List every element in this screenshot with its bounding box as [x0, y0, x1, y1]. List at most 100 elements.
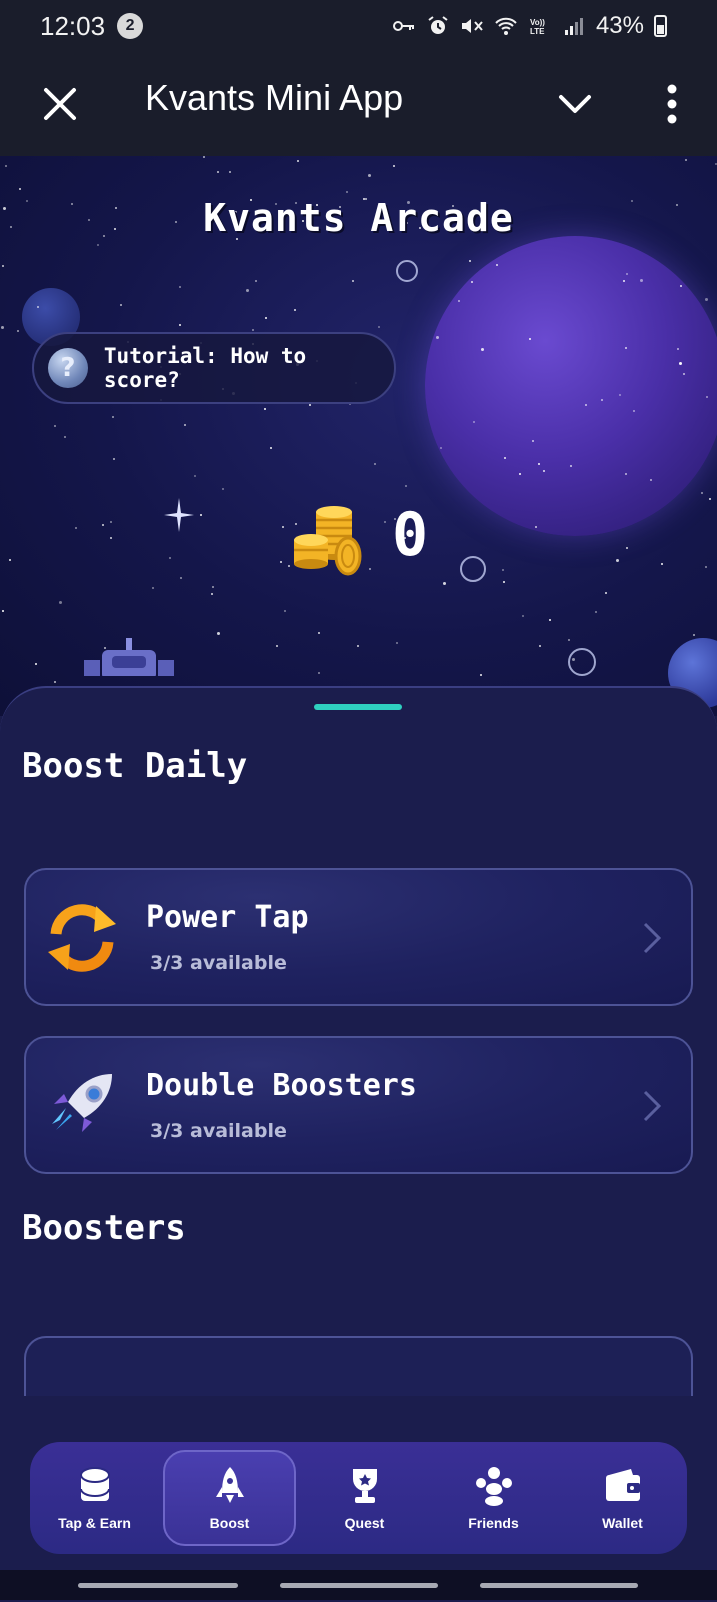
star-decoration: [626, 547, 628, 549]
recent-apps-handle[interactable]: [78, 1583, 238, 1588]
star-decoration: [102, 524, 104, 526]
star-decoration: [443, 582, 446, 585]
nav-label: Tap & Earn: [58, 1515, 131, 1531]
star-decoration: [276, 645, 278, 647]
star-decoration: [374, 463, 376, 465]
star-decoration: [378, 326, 380, 328]
rocket-icon: [52, 1074, 112, 1132]
nav-boost[interactable]: Boost: [163, 1450, 296, 1546]
star-decoration: [110, 537, 112, 539]
star-decoration: [522, 615, 524, 617]
star-decoration: [346, 191, 348, 193]
mute-icon: [461, 19, 483, 33]
star-decoration: [683, 373, 685, 375]
star-decoration: [318, 672, 320, 674]
star-decoration: [280, 561, 282, 563]
star-decoration: [270, 447, 272, 449]
star-decoration: [297, 160, 299, 162]
double-boosters-card[interactable]: Double Boosters 3/3 available: [24, 1036, 693, 1174]
star-decoration: [650, 479, 652, 481]
close-icon[interactable]: [38, 82, 82, 126]
nav-label: Friends: [468, 1515, 519, 1531]
svg-text:Vo)): Vo)): [530, 18, 545, 27]
star-decoration: [709, 498, 711, 500]
home-handle[interactable]: [280, 1583, 438, 1588]
star-decoration: [529, 338, 531, 340]
star-decoration: [59, 601, 62, 604]
star-decoration: [504, 457, 506, 459]
tutorial-button[interactable]: ? Tutorial: How to score?: [32, 332, 396, 404]
nav-friends[interactable]: Friends: [429, 1442, 558, 1554]
star-decoration: [97, 244, 99, 246]
rocket-icon: [215, 1467, 244, 1503]
star-decoration: [679, 362, 682, 365]
star-decoration: [184, 424, 186, 426]
refresh-arrows-icon: [48, 904, 116, 972]
star-decoration: [680, 285, 682, 287]
star-decoration: [309, 404, 311, 406]
star-decoration: [211, 593, 213, 595]
star-decoration: [480, 674, 482, 676]
star-decoration: [572, 658, 575, 661]
booster-card[interactable]: [24, 1336, 693, 1396]
power-tap-card[interactable]: Power Tap 3/3 available: [24, 868, 693, 1006]
star-decoration: [1, 326, 4, 329]
star-decoration: [252, 329, 254, 331]
star-decoration: [54, 425, 56, 427]
chevron-right-icon: [643, 922, 662, 954]
sheet-drag-handle[interactable]: [314, 704, 402, 710]
star-decoration: [37, 306, 39, 308]
star-decoration: [539, 645, 541, 647]
wallet-icon: [605, 1469, 640, 1501]
star-decoration: [705, 298, 708, 301]
star-decoration: [169, 557, 171, 559]
star-decoration: [113, 458, 115, 460]
nav-wallet[interactable]: Wallet: [558, 1442, 687, 1554]
star-decoration: [217, 632, 220, 635]
star-decoration: [585, 404, 587, 406]
star-decoration: [706, 396, 708, 398]
star-decoration: [616, 559, 619, 562]
arcade-hero[interactable]: Kvants Arcade ? Tutorial: How to score? …: [0, 156, 717, 716]
star-decoration: [203, 156, 205, 158]
star-decoration: [473, 421, 475, 423]
star-decoration: [519, 473, 521, 475]
star-decoration: [357, 645, 359, 647]
star-decoration: [677, 348, 679, 350]
star-decoration: [538, 463, 540, 465]
ring-decoration: [460, 556, 486, 582]
nav-label: Wallet: [602, 1515, 643, 1531]
ring-decoration: [396, 260, 418, 282]
star-decoration: [284, 610, 286, 612]
card-title: Power Tap: [146, 900, 309, 935]
card-title: Double Boosters: [146, 1068, 417, 1103]
star-decoration: [633, 410, 635, 412]
score-value: 0: [392, 500, 429, 570]
back-handle[interactable]: [480, 1583, 638, 1588]
more-vertical-icon[interactable]: [652, 80, 692, 128]
star-decoration: [265, 317, 267, 319]
star-decoration: [640, 279, 643, 282]
alarm-icon: [428, 16, 448, 34]
bottom-nav: Tap & Earn Boost Quest Friends Wallet: [30, 1442, 687, 1554]
star-decoration: [222, 488, 224, 490]
star-decoration: [19, 188, 21, 190]
star-decoration: [595, 611, 597, 613]
chevron-down-icon[interactable]: [555, 84, 595, 124]
star-decoration: [9, 559, 11, 561]
star-decoration: [17, 330, 19, 332]
star-decoration: [701, 492, 703, 494]
star-decoration: [623, 280, 625, 282]
star-decoration: [396, 642, 398, 644]
star-decoration: [440, 447, 442, 449]
nav-tap-earn[interactable]: Tap & Earn: [30, 1442, 159, 1554]
card-availability: 3/3 available: [150, 952, 287, 974]
robot-icon: [84, 638, 174, 676]
key-icon: [392, 21, 414, 31]
star-decoration: [282, 526, 284, 528]
star-decoration: [625, 473, 627, 475]
ring-decoration: [568, 648, 596, 676]
nav-quest[interactable]: Quest: [300, 1442, 429, 1554]
star-decoration: [471, 281, 473, 283]
star-decoration: [64, 436, 66, 438]
